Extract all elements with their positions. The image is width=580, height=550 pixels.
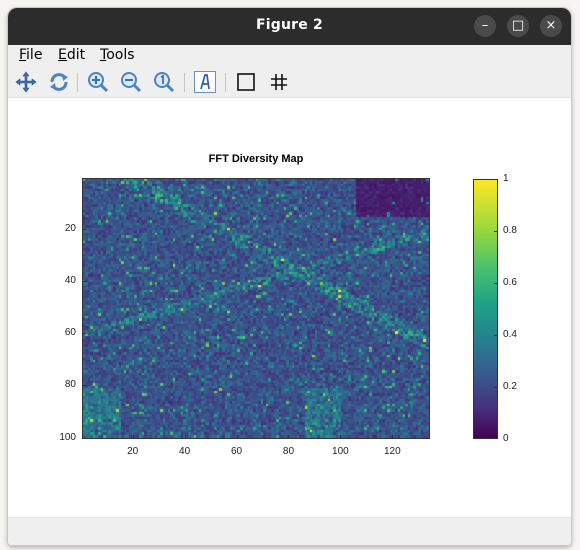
minimize-button[interactable]: –: [474, 15, 496, 37]
colorbar-tick-mark: [494, 438, 498, 439]
toolbar: [8, 67, 571, 98]
zoom-in-icon: [88, 72, 109, 93]
zoom-in-button[interactable]: [86, 70, 110, 94]
colorbar-tick-label: 0.8: [503, 225, 517, 236]
status-bar: [8, 517, 571, 545]
colorbar-tick-label: 0.6: [503, 277, 517, 288]
x-tick-label: 80: [282, 446, 295, 457]
heatmap-image: [83, 179, 429, 438]
plot-title: FFT Diversity Map: [208, 153, 304, 165]
colorbar-tick-label: 0.2: [503, 381, 517, 392]
zoom-out-icon: [121, 72, 142, 93]
x-tick-mark: [288, 435, 290, 439]
toolbar-separator: [77, 73, 78, 92]
y-tick-mark: [82, 437, 86, 439]
reset-zoom-icon: [154, 72, 175, 93]
title-bar[interactable]: Figure 2 – □ ×: [8, 8, 571, 45]
insert-text-icon: [194, 71, 216, 93]
x-tick-label: 120: [383, 446, 401, 457]
menu-edit[interactable]: Edit: [58, 47, 85, 63]
pan-button[interactable]: [14, 70, 38, 94]
colorbar[interactable]: [473, 179, 498, 439]
colorbar-tick-label: 0.4: [503, 329, 517, 340]
menu-file-mnemonic: F: [19, 47, 27, 63]
maximize-button[interactable]: □: [507, 15, 529, 37]
rotate-icon: [50, 73, 68, 91]
colorbar-tick-label: 0: [503, 433, 509, 444]
y-tick-label: 100: [59, 431, 76, 443]
y-tick-mark: [82, 385, 86, 387]
menu-edit-mnemonic: E: [58, 47, 67, 63]
close-button[interactable]: ×: [540, 15, 562, 37]
y-tick-label: 20: [64, 222, 76, 234]
x-tick-label: 60: [230, 446, 243, 457]
menu-file-rest: ile: [26, 47, 43, 63]
toolbar-separator: [225, 73, 226, 92]
colorbar-tick-mark: [494, 387, 498, 388]
menu-edit-rest: dit: [66, 47, 86, 63]
axes-box-icon: [237, 73, 255, 91]
y-tick-label: 40: [64, 275, 76, 287]
figure-canvas: FFT Diversity Map 20 40 60 80 100 120 20 40 60 80…: [8, 98, 571, 517]
y-tick-mark: [82, 228, 86, 230]
colorbar-tick-mark: [494, 179, 498, 180]
x-tick-label: 100: [332, 446, 349, 457]
colorbar-tick-label: 1: [503, 173, 509, 184]
pan-icon: [15, 71, 37, 93]
x-tick-mark: [132, 435, 134, 439]
x-tick-mark: [236, 435, 238, 439]
heatmap-axes[interactable]: [82, 178, 430, 439]
colorbar-tick-mark: [494, 335, 498, 336]
y-tick-label: 80: [64, 379, 76, 391]
rotate-button[interactable]: [47, 70, 71, 94]
x-tick-label: 20: [127, 446, 139, 457]
grid-icon: [271, 74, 287, 90]
x-tick-mark: [392, 435, 394, 439]
grid-button[interactable]: [267, 70, 291, 94]
menu-bar: File Edit Tools: [8, 45, 571, 67]
menu-tools[interactable]: Tools: [100, 47, 135, 63]
y-tick-mark: [82, 333, 86, 335]
colorbar-tick-mark: [494, 283, 498, 284]
menu-tools-rest: ools: [106, 47, 135, 63]
x-tick-mark: [340, 435, 342, 439]
figure-window: Figure 2 – □ × File Edit Tools FFT Diver…: [8, 8, 571, 545]
y-tick-label: 60: [64, 327, 76, 339]
zoom-out-button[interactable]: [119, 70, 143, 94]
colorbar-tick-mark: [494, 231, 498, 232]
x-tick-mark: [184, 435, 186, 439]
x-tick-label: 40: [179, 446, 191, 457]
y-tick-mark: [82, 281, 86, 283]
axes-box-button[interactable]: [234, 70, 258, 94]
menu-file[interactable]: File: [19, 47, 42, 63]
insert-text-button[interactable]: [193, 70, 217, 94]
reset-zoom-button[interactable]: [152, 70, 176, 94]
toolbar-separator: [184, 73, 185, 92]
